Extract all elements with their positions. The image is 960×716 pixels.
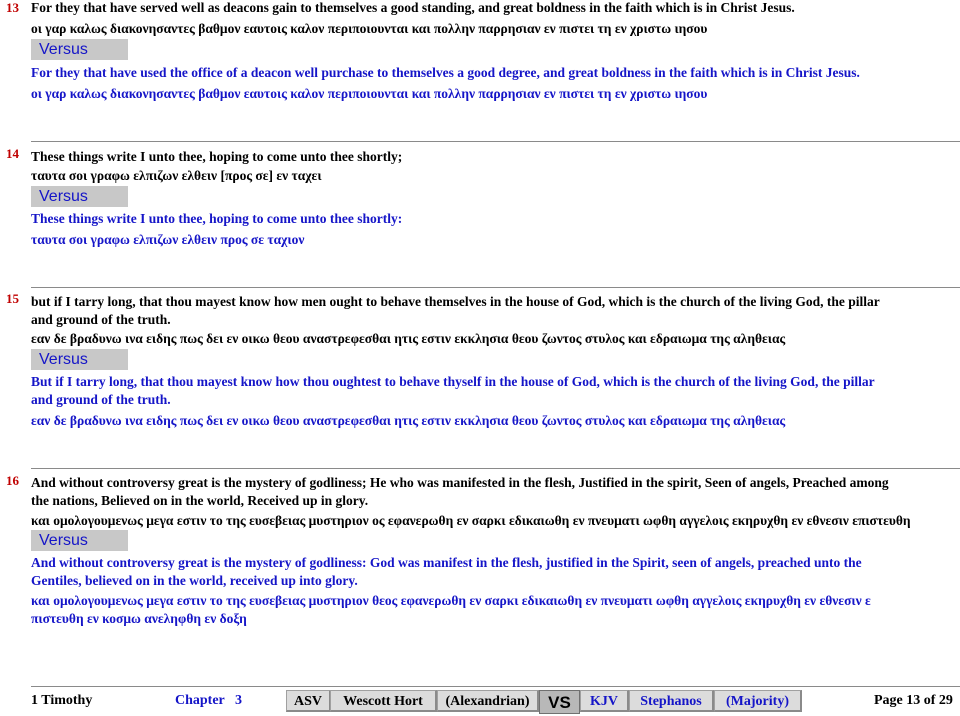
alt-greek-line-2: πιστευθη εν κοσμω ανεληφθη εν δοξη xyxy=(31,611,247,626)
footer-divider xyxy=(31,686,960,687)
kjv-text: For they that have served well as deacon… xyxy=(31,0,795,15)
vs-separator: VS xyxy=(539,690,580,714)
verse-divider xyxy=(31,468,960,469)
book-name: 1 Timothy xyxy=(31,693,93,708)
version-box-majority: (Majority) xyxy=(714,690,802,712)
kjv-text-line-1: but if I tarry long, that thou mayest kn… xyxy=(31,294,880,309)
kjv-text-line-1: And without controversy great is the mys… xyxy=(31,475,889,490)
alt-text-line-2: Gentiles, believed on in the world, rece… xyxy=(31,573,358,588)
page-indicator: Page 13 of 29 xyxy=(874,693,953,708)
versus-label: Versus xyxy=(31,39,128,60)
page: { "verses": [ { "number": "13", "kjv_tex… xyxy=(0,0,960,716)
alt-greek: ταυτα σοι γραφω ελπιζων ελθειν προς σε τ… xyxy=(31,232,305,247)
alt-text-line-2: and ground of the truth. xyxy=(31,392,171,407)
verse-number: 14 xyxy=(6,146,19,161)
versus-label: Versus xyxy=(31,349,128,370)
alt-text: For they that have used the office of a … xyxy=(31,65,860,80)
alt-greek-line-1: και ομολογουμενως μεγα εστιν το της ευσε… xyxy=(31,593,871,608)
kjv-text-line-2: the nations, Believed on in the world, R… xyxy=(31,493,369,508)
kjv-text-line-2: and ground of the truth. xyxy=(31,312,171,327)
chapter-number: 3 xyxy=(235,693,242,708)
alt-greek: οι γαρ καλως διακονησαντες βαθμον εαυτοι… xyxy=(31,86,708,101)
alt-text: These things write I unto thee, hoping t… xyxy=(31,211,403,226)
verse-number: 15 xyxy=(6,291,19,306)
versus-label: Versus xyxy=(31,530,128,551)
kjv-greek: εαν δε βραδυνω ινα ειδης πως δει εν οικω… xyxy=(31,331,786,346)
footer: 1 Timothy Chapter 3 ASV Wescott Hort (Al… xyxy=(0,690,960,714)
verse-divider xyxy=(31,141,960,142)
version-box-asv: ASV xyxy=(286,690,331,712)
version-box-alexandrian: (Alexandrian) xyxy=(437,690,539,712)
version-box-kjv: KJV xyxy=(580,690,629,712)
alt-text-line-1: But if I tarry long, that thou mayest kn… xyxy=(31,374,875,389)
kjv-text: These things write I unto thee, hoping t… xyxy=(31,149,403,164)
verse-number: 13 xyxy=(6,0,19,15)
chapter-label: Chapter xyxy=(175,693,225,708)
version-box-wescott-hort: Wescott Hort xyxy=(330,690,437,712)
versus-label: Versus xyxy=(31,186,128,207)
alt-text-line-1: And without controversy great is the mys… xyxy=(31,555,862,570)
kjv-greek: και ομολογουμενως μεγα εστιν το της ευσε… xyxy=(31,513,911,528)
kjv-greek: ταυτα σοι γραφω ελπιζων ελθειν [προς σε]… xyxy=(31,168,322,183)
verse-divider xyxy=(31,287,960,288)
alt-greek: εαν δε βραδυνω ινα ειδης πως δει εν οικω… xyxy=(31,413,786,428)
kjv-greek: οι γαρ καλως διακονησαντες βαθμον εαυτοι… xyxy=(31,21,708,36)
version-box-stephanos: Stephanos xyxy=(629,690,714,712)
verse-number: 16 xyxy=(6,473,19,488)
